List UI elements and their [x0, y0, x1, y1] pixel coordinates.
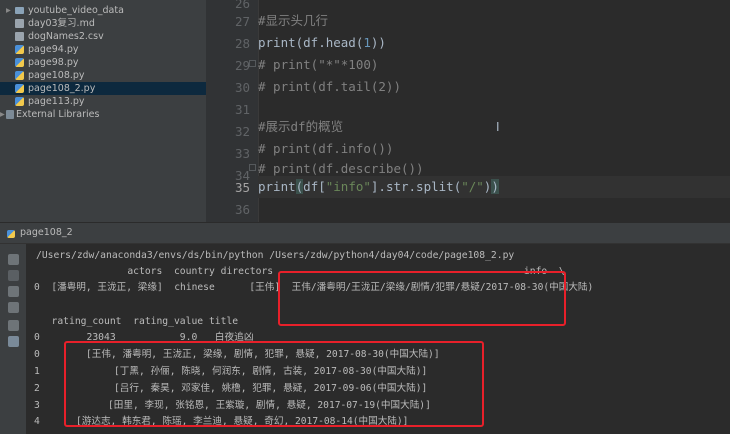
fold-marker-icon[interactable] [249, 60, 256, 67]
tree-file-page108[interactable]: page108.py [0, 69, 206, 82]
console-toolbar [0, 244, 26, 434]
python-file-icon [7, 230, 15, 238]
code-text: print(df.head( [258, 35, 364, 50]
string-literal: "info" [325, 179, 371, 194]
tree-item-label: page94.py [28, 44, 79, 55]
fold-marker-icon[interactable] [249, 164, 256, 171]
folder-icon [15, 7, 24, 14]
tree-external-libraries[interactable]: ▸ External Libraries [0, 108, 206, 121]
tree-expand-arrow-icon[interactable]: ▸ [0, 108, 5, 121]
code-line-33[interactable]: # print(df.info()) [258, 138, 730, 160]
soft-wrap-icon[interactable] [8, 302, 19, 313]
line-number: 33 [234, 146, 250, 161]
tree-file-day03-md[interactable]: day03复习.md [0, 17, 206, 30]
scroll-down-icon[interactable] [8, 286, 19, 297]
python-file-icon [15, 71, 24, 80]
comment-text: # print(df.info()) [258, 141, 394, 156]
markdown-file-icon [15, 19, 24, 28]
tree-item-label: page98.py [28, 57, 79, 68]
tree-item-label: page113.py [28, 96, 85, 107]
matched-paren: ) [491, 179, 499, 194]
code-line-27[interactable]: #显示头几行 [258, 10, 730, 32]
line-number: 27 [234, 14, 250, 29]
comment-text: # print(df.describe()) [258, 161, 424, 176]
tree-item-label: youtube_video_data [28, 5, 124, 16]
tree-file-dognames2-csv[interactable]: dogNames2.csv [0, 30, 206, 43]
line-number: 30 [234, 80, 250, 95]
comment-text: # print("*"*100) [258, 57, 379, 72]
string-literal: "/" [461, 179, 484, 194]
line-number: 36 [234, 202, 250, 217]
number-literal: 1 [363, 35, 371, 50]
python-file-icon [15, 45, 24, 54]
current-line-number: 35 [234, 180, 250, 195]
tree-item-label: day03复习.md [28, 18, 95, 29]
line-number: 31 [234, 102, 250, 117]
tree-item-label: page108.py [28, 70, 85, 81]
library-icon [6, 110, 14, 119]
tree-file-page98[interactable]: page98.py [0, 56, 206, 69]
line-number: 32 [234, 124, 250, 139]
code-line-29[interactable]: # print("*"*100) [258, 54, 730, 76]
comment-text: # print(df.tail(2)) [258, 79, 401, 94]
console-row-index: 2 [34, 383, 40, 394]
python-file-icon [15, 84, 24, 93]
rerun-icon[interactable] [8, 254, 19, 265]
console-row-index: 1 [34, 366, 40, 377]
comment-text: #显示头几行 [258, 13, 329, 28]
console-output-header: rating_count rating_value title [34, 316, 239, 327]
code-line-28[interactable]: print(df.head(1)) [258, 32, 730, 54]
trash-icon[interactable] [8, 336, 19, 347]
line-number: 29 [234, 58, 250, 73]
code-line-32[interactable]: #展示df的概览 [258, 116, 730, 138]
python-file-icon [15, 58, 24, 67]
tree-folder-youtube-video-data[interactable]: ▸ youtube_video_data [0, 4, 206, 17]
console-row-index: 4 [34, 416, 40, 427]
tree-item-label: dogNames2.csv [28, 31, 104, 42]
code-line-30[interactable]: # print(df.tail(2)) [258, 76, 730, 98]
code-line-35[interactable]: print(df["info"].str.split("/")) [258, 176, 730, 198]
red-highlight-box-info [278, 271, 566, 326]
console-row-index: 0 [34, 349, 40, 360]
tree-file-page113[interactable]: page113.py [0, 95, 206, 108]
code-text: print [258, 179, 296, 194]
tree-file-page108-2[interactable]: page108_2.py [0, 82, 206, 95]
csv-file-icon [15, 32, 24, 41]
text-cursor-icon: I [496, 120, 500, 134]
tree-file-page94[interactable]: page94.py [0, 43, 206, 56]
run-console[interactable]: /Users/zdw/anaconda3/envs/ds/bin/python … [0, 244, 730, 434]
run-tab-page108-2[interactable]: page108_2 [20, 227, 73, 238]
python-file-icon [15, 97, 24, 106]
tree-expand-arrow-icon[interactable]: ▸ [6, 4, 11, 17]
code-text: )) [370, 35, 386, 50]
line-number-gutter: 26 27 28 29 30 31 32 33 34 35 36 [206, 0, 259, 222]
code-editor[interactable]: 26 27 28 29 30 31 32 33 34 35 36 #显示头几行 … [206, 0, 730, 222]
print-icon[interactable] [8, 320, 19, 331]
tree-item-label: page108_2.py [28, 83, 96, 94]
code-text: df[ [303, 179, 326, 194]
code-text: ].str.split( [370, 179, 462, 194]
comment-text: #展示df的概览 [258, 119, 344, 134]
stop-icon[interactable] [8, 270, 19, 281]
red-highlight-box-split [64, 341, 484, 427]
tree-item-label: External Libraries [16, 109, 100, 120]
project-tree-panel: ▸ youtube_video_data day03复习.md dogNames… [0, 0, 206, 222]
console-row-index: 3 [34, 400, 40, 411]
line-number: 28 [234, 36, 250, 51]
console-command-line: /Users/zdw/anaconda3/envs/ds/bin/python … [36, 250, 515, 261]
line-number: 26 [234, 0, 250, 11]
run-tool-window-header: page108_2 [0, 222, 730, 244]
